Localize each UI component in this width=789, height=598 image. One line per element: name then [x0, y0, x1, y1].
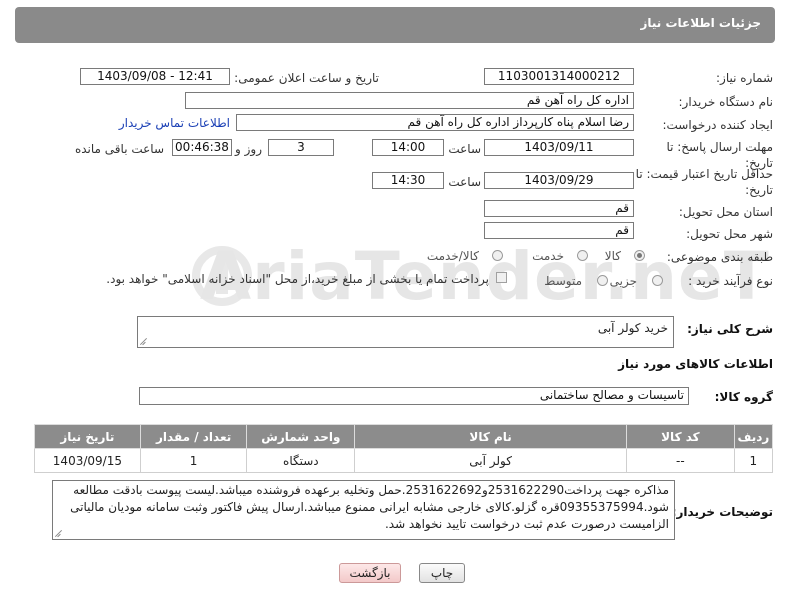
resize-grip-icon[interactable] [140, 337, 148, 345]
cell-item-name: کولر آبی [354, 448, 628, 473]
validity-date-field: 1403/09/29 [484, 172, 634, 189]
goods-section-title: اطلاعات کالاهای مورد نیاز [618, 357, 773, 371]
description-text: خرید کولر آبی [597, 321, 668, 335]
category-label: طبقه بندی موضوعی: [666, 250, 773, 264]
province-label: استان محل تحویل: [678, 205, 773, 219]
description-textarea[interactable]: خرید کولر آبی [137, 316, 674, 348]
back-button[interactable]: بازگشت [339, 563, 401, 583]
buyer-notes-label: توضیحات خریدار: [671, 505, 773, 519]
announce-field: 1403/09/08 - 12:41 [80, 68, 230, 85]
print-button[interactable]: چاپ [419, 563, 465, 583]
cell-unit: دستگاه [246, 448, 356, 473]
category-radio-goods[interactable] [634, 250, 645, 261]
resize-grip-icon[interactable] [55, 529, 63, 537]
process-option-minor: جزیی [609, 274, 637, 288]
cell-row-number: 1 [733, 448, 774, 473]
remaining-label: ساعت باقی مانده [74, 142, 164, 156]
buyer-org-label: نام دستگاه خریدار: [678, 95, 774, 109]
buyer-notes-text: مذاکره جهت پرداخت2531622290و2531622692.ح… [70, 483, 669, 531]
validity-label: حداقل تاریخ اعتبار قیمت: تا تاریخ: [635, 167, 773, 197]
city-field: قم [484, 222, 634, 239]
days-field: 3 [268, 139, 334, 156]
validity-time-label: ساعت [448, 175, 481, 189]
panel-title: جزئیات اطلاعات نیاز [640, 16, 761, 30]
cell-need-date: 1403/09/15 [34, 448, 141, 473]
items-table: ردیف کد کالا نام کالا واحد شمارش تعداد /… [34, 424, 774, 473]
header-item-name: نام کالا [354, 424, 628, 449]
validity-time-field: 14:30 [372, 172, 444, 189]
cell-item-code: -- [626, 448, 735, 473]
header-row-number: ردیف [733, 424, 774, 449]
buyer-notes-textarea[interactable]: مذاکره جهت پرداخت2531622290و2531622692.ح… [52, 480, 675, 540]
cell-quantity: 1 [139, 448, 248, 473]
remaining-field: 00:46:38 [172, 139, 232, 156]
category-radio-service[interactable] [577, 250, 588, 261]
header-unit: واحد شمارش [246, 424, 356, 449]
process-radio-minor[interactable] [652, 275, 663, 286]
creator-label: ایجاد کننده درخواست: [662, 118, 773, 132]
process-label: نوع فرآیند خرید : [688, 274, 773, 288]
treasury-payment-note: پرداخت تمام یا بخشی از مبلغ خرید،از محل … [106, 272, 489, 286]
table-header-row: ردیف کد کالا نام کالا واحد شمارش تعداد /… [34, 424, 774, 449]
days-label: روز و [235, 142, 262, 156]
header-need-date: تاریخ نیاز [34, 424, 141, 449]
buyer-org-field: اداره کل راه آهن قم [185, 92, 634, 109]
header-item-code: کد کالا [626, 424, 735, 449]
category-option-goods-service: کالا/خدمت [426, 249, 479, 263]
category-option-goods: کالا [604, 249, 621, 263]
announce-label: تاریخ و ساعت اعلان عمومی: [234, 71, 379, 85]
category-radio-goods-service[interactable] [492, 250, 503, 261]
header-panel: جزئیات اطلاعات نیاز [15, 7, 775, 43]
process-radio-medium[interactable] [597, 275, 608, 286]
need-number-field: 1103001314000212 [484, 68, 634, 85]
deadline-time-label: ساعت [448, 142, 481, 156]
category-option-service: خدمت [532, 249, 564, 263]
deadline-time-field: 14:00 [372, 139, 444, 156]
creator-field: رضا اسلام پناه کارپرداز اداره کل راه آهن… [236, 114, 634, 131]
deadline-date-field: 1403/09/11 [484, 139, 634, 156]
city-label: شهر محل تحویل: [686, 227, 773, 241]
need-number-label: شماره نیاز: [716, 71, 773, 85]
process-option-medium: متوسط [544, 274, 582, 288]
contact-buyer-link[interactable]: اطلاعات تماس خریدار [119, 116, 230, 130]
goods-group-label: گروه کالا: [714, 390, 773, 404]
table-row: 1 -- کولر آبی دستگاه 1 1403/09/15 [34, 448, 774, 473]
description-label: شرح کلی نیاز: [687, 322, 773, 336]
treasury-payment-checkbox[interactable] [496, 272, 507, 283]
province-field: قم [484, 200, 634, 217]
header-quantity: تعداد / مقدار [139, 424, 248, 449]
goods-group-field: تاسیسات و مصالح ساختمانی [139, 387, 689, 405]
